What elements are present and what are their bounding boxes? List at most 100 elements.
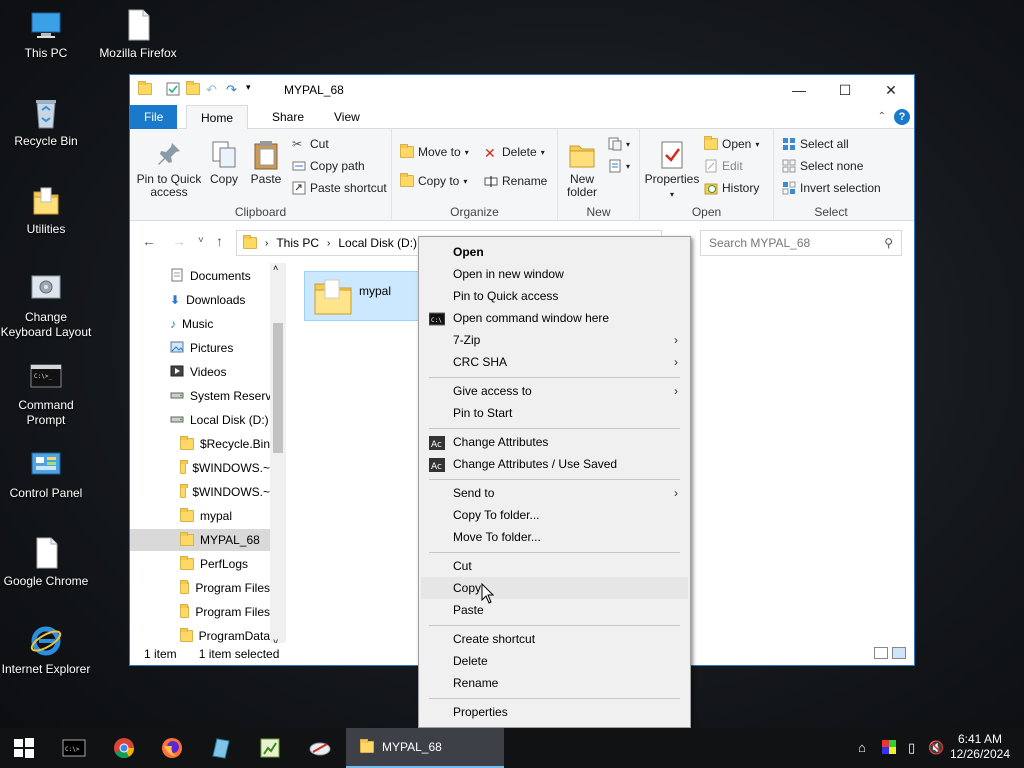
- nav-item-music[interactable]: ♪ Music: [130, 313, 270, 335]
- new-folder-button[interactable]: New folder: [562, 139, 602, 199]
- properties-icon[interactable]: [166, 82, 180, 96]
- paste-shortcut-button[interactable]: Paste shortcut: [292, 181, 387, 195]
- navigation-pane[interactable]: Documents ⬇ Downloads ♪ Music Pictures Vid…: [130, 263, 286, 647]
- taskbar-firefox[interactable]: [158, 734, 186, 762]
- desktop-icon-control-panel[interactable]: Control Panel: [0, 448, 92, 501]
- menu-item-copy[interactable]: Copy: [421, 577, 688, 599]
- nav-item-mypal-68[interactable]: MYPAL_68: [130, 529, 270, 551]
- cut-button[interactable]: ✂ Cut: [292, 137, 329, 151]
- select-none-button[interactable]: Select none: [782, 159, 863, 173]
- menu-item-open-command-window[interactable]: C:\ Open command window here: [421, 307, 688, 329]
- copy-button[interactable]: Copy: [206, 139, 242, 186]
- delete-button[interactable]: ✕ Delete ▾: [484, 145, 545, 161]
- network-icon[interactable]: ⌂: [858, 740, 866, 755]
- nav-item-local-disk[interactable]: Local Disk (D:): [130, 409, 270, 431]
- nav-item-videos[interactable]: Videos: [130, 361, 270, 383]
- menu-item-pin-quick-access[interactable]: Pin to Quick access: [421, 285, 688, 307]
- desktop-icon-command-prompt[interactable]: C:\>_ Command Prompt: [0, 360, 92, 428]
- context-menu[interactable]: Open Open in new window Pin to Quick acc…: [418, 236, 691, 728]
- easy-access-button[interactable]: ▾: [608, 159, 630, 173]
- maximize-button[interactable]: ☐: [822, 75, 868, 105]
- start-button[interactable]: [10, 734, 38, 762]
- nav-item-program-files[interactable]: Program Files: [130, 577, 270, 599]
- tab-view[interactable]: View: [320, 105, 374, 129]
- menu-item-send-to[interactable]: Send to ›: [421, 482, 688, 504]
- menu-item-properties[interactable]: Properties: [421, 701, 688, 723]
- desktop-icon-this-pc[interactable]: This PC: [0, 8, 92, 61]
- collapse-ribbon-icon[interactable]: ⌃: [878, 111, 886, 122]
- desktop-icon-internet-explorer[interactable]: Internet Explorer: [0, 624, 92, 677]
- new-item-button[interactable]: ▾: [608, 137, 630, 151]
- menu-item-delete[interactable]: Delete: [421, 650, 688, 672]
- taskbar-command-prompt[interactable]: C:\>: [60, 734, 88, 762]
- menu-item-cut[interactable]: Cut: [421, 555, 688, 577]
- menu-item-rename[interactable]: Rename: [421, 672, 688, 694]
- copy-to-button[interactable]: Copy to ▾: [400, 173, 467, 188]
- help-icon[interactable]: ?: [894, 109, 910, 125]
- scrollbar-thumb[interactable]: [273, 323, 283, 453]
- usb-icon[interactable]: ▯: [908, 740, 915, 756]
- close-button[interactable]: ✕: [868, 75, 914, 105]
- menu-item-pin-start[interactable]: Pin to Start: [421, 402, 688, 424]
- breadcrumb-local-disk[interactable]: Local Disk (D:): [338, 236, 417, 250]
- taskbar-chrome[interactable]: [110, 734, 138, 762]
- forward-button[interactable]: →: [172, 233, 186, 249]
- desktop-icon-firefox[interactable]: Mozilla Firefox: [92, 8, 184, 61]
- desktop-icon-utilities[interactable]: Utilities: [0, 184, 92, 237]
- tab-share[interactable]: Share: [258, 105, 318, 129]
- details-view-button[interactable]: [874, 647, 888, 659]
- nav-item-documents[interactable]: Documents: [130, 265, 270, 287]
- volume-muted-icon[interactable]: 🔇: [928, 740, 944, 756]
- tab-home[interactable]: Home: [186, 105, 249, 130]
- menu-item-move-to-folder[interactable]: Move To folder...: [421, 526, 688, 548]
- menu-item-give-access[interactable]: Give access to ›: [421, 380, 688, 402]
- nav-item-program-files-x86[interactable]: Program Files: [130, 601, 270, 623]
- new-folder-icon[interactable]: [186, 81, 200, 95]
- menu-item-paste[interactable]: Paste: [421, 599, 688, 621]
- large-icons-view-button[interactable]: [892, 647, 906, 659]
- scroll-up-icon[interactable]: ˄: [273, 263, 278, 273]
- rename-button[interactable]: Rename: [484, 174, 547, 188]
- nav-item-perflogs[interactable]: PerfLogs: [130, 553, 270, 575]
- customize-toolbar-icon[interactable]: ▾: [246, 82, 260, 96]
- desktop-icon-chrome[interactable]: Google Chrome: [0, 536, 92, 589]
- taskbar-window-mypal-68[interactable]: MYPAL_68: [346, 728, 504, 768]
- open-button[interactable]: Open ▾: [704, 136, 759, 151]
- copy-path-button[interactable]: Copy path: [292, 159, 365, 173]
- title-bar[interactable]: ↶ ↷ ▾ MYPAL_68 — ☐ ✕: [130, 75, 914, 105]
- menu-item-crc-sha[interactable]: CRC SHA ›: [421, 351, 688, 373]
- desktop-icon-keyboard-layout[interactable]: Change Keyboard Layout: [0, 272, 92, 340]
- nav-item-windows-ws[interactable]: $WINDOWS.~: [130, 481, 270, 503]
- select-all-button[interactable]: Select all: [782, 137, 849, 151]
- nav-item-downloads[interactable]: ⬇ Downloads: [130, 289, 270, 311]
- move-to-button[interactable]: Move to ▾: [400, 144, 469, 159]
- nav-scrollbar[interactable]: ˄ ˅: [270, 263, 286, 647]
- nav-item-mypal[interactable]: mypal: [130, 505, 270, 527]
- nav-item-windows-bt[interactable]: $WINDOWS.~: [130, 457, 270, 479]
- taskbar-app-1[interactable]: [206, 734, 234, 762]
- taskbar-app-2[interactable]: [256, 734, 284, 762]
- menu-item-create-shortcut[interactable]: Create shortcut: [421, 628, 688, 650]
- paste-button[interactable]: Paste: [246, 139, 286, 186]
- redo-icon[interactable]: ↷: [226, 82, 240, 97]
- up-button[interactable]: ↑: [216, 233, 223, 249]
- edit-button[interactable]: Edit: [704, 159, 743, 173]
- nav-item-pictures[interactable]: Pictures: [130, 337, 270, 359]
- menu-item-change-attributes-saved[interactable]: Ac Change Attributes / Use Saved: [421, 453, 688, 475]
- breadcrumb-this-pc[interactable]: This PC: [276, 236, 319, 250]
- desktop-icon-recycle-bin[interactable]: Recycle Bin: [0, 96, 92, 149]
- menu-item-open-new-window[interactable]: Open in new window: [421, 263, 688, 285]
- nav-item-system-reserved[interactable]: System Reserve: [130, 385, 270, 407]
- pin-quick-access-button[interactable]: Pin to Quick access: [136, 139, 202, 199]
- recent-locations-button[interactable]: ˅: [198, 235, 204, 246]
- tab-file[interactable]: File: [130, 105, 178, 129]
- invert-selection-button[interactable]: Invert selection: [782, 181, 881, 195]
- taskbar-app-3[interactable]: [306, 734, 334, 762]
- back-button[interactable]: ←: [142, 233, 156, 249]
- undo-icon[interactable]: ↶: [206, 82, 220, 97]
- nav-item-recycle-bin-folder[interactable]: $Recycle.Bin: [130, 433, 270, 455]
- color-tray-icon[interactable]: [882, 740, 896, 757]
- menu-item-copy-to-folder[interactable]: Copy To folder...: [421, 504, 688, 526]
- properties-button[interactable]: Properties ▾: [644, 139, 700, 201]
- system-clock[interactable]: 6:41 AM 12/26/2024: [950, 732, 1010, 762]
